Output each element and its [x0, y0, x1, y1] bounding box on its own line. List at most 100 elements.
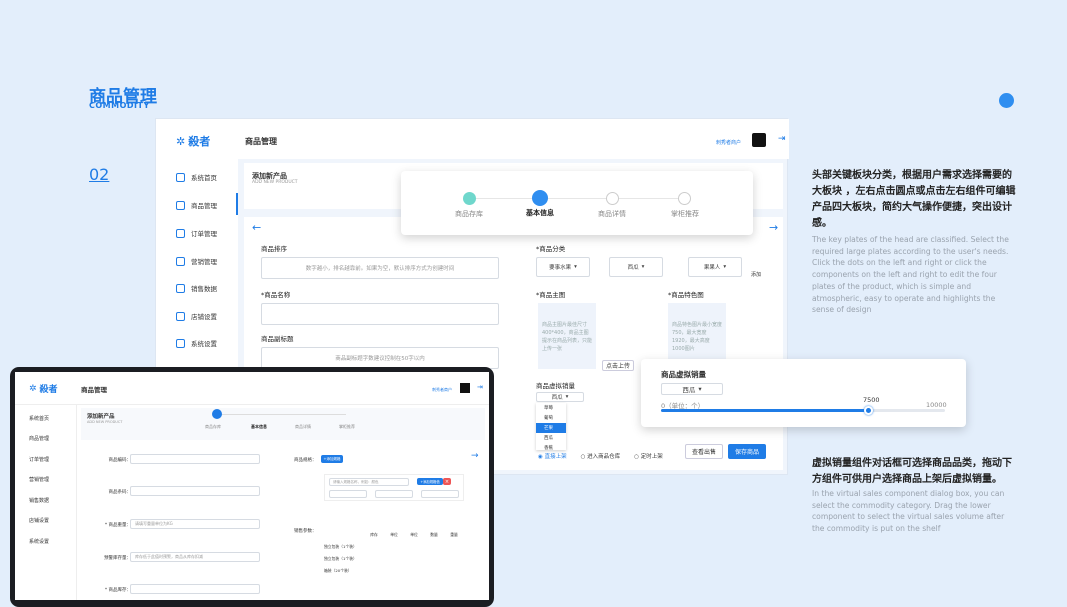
sidebar-item-marketing[interactable]: 营销管理: [176, 256, 217, 266]
tablet-header-title: 商品管理: [81, 386, 107, 394]
tablet-add-header: 添加新产品 ADD NEW PRODUCT 商品存库 基本信息 商品详情 掌柜推…: [81, 408, 485, 440]
subtitle-input[interactable]: 商品副标题字数建议控制在50字以内: [261, 347, 499, 369]
subtitle-label: 商品副标题: [261, 335, 294, 343]
slider-category-select[interactable]: 西瓜 ▾: [661, 383, 723, 395]
tablet-next-arrow-icon[interactable]: →: [471, 451, 479, 461]
tablet-screen: ✲ 殺者 商品管理 刺秀者商户 ⇥ 系统首页 商品管理 订单管理 营销管理 销售数…: [15, 372, 489, 600]
tablet-step-dot-active[interactable]: [212, 409, 222, 419]
description-2-en: In the virtual sales component dialog bo…: [812, 489, 1005, 534]
slider-value: 7500: [863, 396, 880, 404]
tablet-logout-icon[interactable]: ⇥: [477, 383, 483, 391]
table-row: 独立包装（1个装）: [324, 556, 357, 561]
sidebar-item-orders[interactable]: 订单管理: [176, 228, 217, 238]
store-icon: [176, 311, 185, 321]
step-dot-2-active[interactable]: [532, 190, 548, 206]
spec-editor: 请输入规格名称，例如：颜色 +添加规格值 ×: [324, 474, 464, 501]
decor-dot: [999, 93, 1014, 108]
user-name[interactable]: 刺秀者商户: [716, 139, 741, 146]
step-dot-3[interactable]: [606, 192, 619, 205]
caret-down-icon: ▾: [574, 264, 577, 270]
section-subtitle: COMMODITY: [89, 101, 150, 110]
tablet-nav-marketing[interactable]: 营销管理: [29, 476, 49, 483]
sales-param-table: 库存 单位 单位 数量 重量 独立包装（1个装） 独立包装（1个装） 箱装（20个装）: [324, 532, 464, 582]
dropdown-option[interactable]: 西瓜: [536, 433, 566, 443]
name-input[interactable]: [261, 303, 499, 325]
tablet-nav-orders[interactable]: 订单管理: [29, 456, 49, 463]
tablet-sidebar: 系统首页 商品管理 订单管理 营销管理 销售数据 店铺设置 系统设置: [15, 405, 77, 600]
logout-icon[interactable]: ⇥: [778, 134, 786, 144]
data-icon: [176, 283, 185, 293]
main-image-label: *商品主图: [536, 291, 566, 299]
slider-track[interactable]: [661, 406, 945, 415]
prev-arrow-icon[interactable]: ←: [252, 221, 261, 234]
stock-input[interactable]: [130, 584, 260, 594]
sales-select[interactable]: 西瓜 ▾: [536, 392, 584, 402]
slider-fill: [661, 409, 869, 412]
steps-popup: 商品存库 基本信息 商品详情 掌柜推荐: [401, 171, 753, 235]
add-spec-button[interactable]: +添加规格: [321, 455, 343, 463]
section-number: 02: [89, 165, 110, 184]
radio-warehouse[interactable]: ○ 进入商品仓库: [581, 452, 621, 460]
dropdown-option-active[interactable]: 芒果: [536, 423, 566, 433]
slider-handle[interactable]: [864, 406, 874, 415]
category-label: *商品分类: [536, 245, 566, 253]
gear-icon: [176, 338, 185, 348]
sort-label: 商品排序: [261, 245, 287, 253]
tablet-avatar[interactable]: [460, 383, 470, 393]
category-dropdown: 草莓 葡萄 芒果 西瓜 香蕉: [536, 403, 566, 451]
virtual-sales-popup: 商品虚拟销量 西瓜 ▾ 0（单位：个） 7500 10000: [641, 359, 966, 427]
close-icon[interactable]: ×: [443, 478, 451, 485]
dropdown-option[interactable]: 草莓: [536, 403, 566, 413]
sort-input[interactable]: 数字越小，排名越靠前。如果为空，默认排序方式为创建时间: [261, 257, 499, 279]
tablet-brand: ✲ 殺者: [29, 383, 58, 396]
save-button[interactable]: 保存商品: [728, 444, 766, 459]
slider-max-label: 10000: [926, 401, 947, 409]
tablet-nav-home[interactable]: 系统首页: [29, 415, 49, 422]
step-label-1: 商品存库: [455, 210, 483, 218]
avatar[interactable]: [752, 133, 766, 147]
header-title: 商品管理: [245, 137, 277, 146]
sidebar-item-products[interactable]: 商品管理: [176, 200, 217, 210]
order-icon: [176, 228, 185, 238]
tablet-nav-settings[interactable]: 系统设置: [29, 538, 49, 545]
table-row: 箱装（20个装）: [324, 568, 352, 573]
dropdown-option[interactable]: 葡萄: [536, 413, 566, 423]
barcode-input[interactable]: [130, 486, 260, 496]
name-label: *商品名称: [261, 291, 291, 299]
sidebar-item-settings[interactable]: 系统设置: [176, 338, 217, 348]
sales-label: 商品虚拟销量: [536, 382, 575, 390]
tablet-nav-products[interactable]: 商品管理: [29, 435, 49, 442]
category-select-2[interactable]: 西瓜 ▾: [609, 257, 663, 277]
tablet-nav-sales[interactable]: 销售数据: [29, 497, 49, 504]
preview-button[interactable]: 查看出售: [685, 444, 723, 459]
chart-icon: [176, 256, 185, 266]
add-subtitle: ADD NEW PRODUCT: [252, 180, 298, 185]
radio-timed[interactable]: ○ 定时上架: [634, 452, 663, 460]
category-select-1[interactable]: 要事水果 ▾: [536, 257, 590, 277]
description-2-cn: 虚拟销量组件对话框可选择商品品类，拖动下方组件可供用户选择商品上架后虚拟销量。: [812, 458, 1012, 485]
step-label-4: 掌柜推荐: [671, 210, 699, 218]
code-input[interactable]: [130, 454, 260, 464]
category-select-3[interactable]: 果果人 ▾: [688, 257, 742, 277]
description-1-cn: 头部关键板块分类，根据用户需求选择需要的大板块 ，左右点击圆点或点击左右组件可编…: [812, 170, 1016, 229]
weight-input[interactable]: 请填写重量单位为KG: [130, 519, 260, 529]
sidebar-item-home[interactable]: 系统首页: [176, 172, 217, 182]
next-arrow-icon[interactable]: →: [769, 221, 778, 234]
alert-stock-input[interactable]: 库存低于此值时预警，商品从库存扣减: [130, 552, 260, 562]
upload-button[interactable]: 点击上传: [602, 360, 634, 371]
add-category-link[interactable]: 添加: [751, 271, 761, 278]
main-image-upload[interactable]: 商品主图片最佳尺寸400*400，商品主图提示在商品列表，只能上传一张: [538, 303, 596, 369]
sidebar-item-sales[interactable]: 销售数据: [176, 283, 217, 293]
slider-title: 商品虚拟销量: [661, 370, 706, 379]
step-label-3: 商品详情: [598, 210, 626, 218]
sidebar-item-store[interactable]: 店铺设置: [176, 311, 217, 321]
brand-icon: ✲: [29, 383, 37, 394]
brand-logo: ✲ 殺者: [176, 134, 211, 149]
tablet-user-name[interactable]: 刺秀者商户: [432, 387, 452, 393]
tablet-nav-store[interactable]: 店铺设置: [29, 517, 49, 524]
step-dot-1[interactable]: [463, 192, 476, 205]
brand-icon: ✲: [176, 134, 186, 148]
radio-direct[interactable]: ◉ 直接上架: [538, 452, 567, 460]
caret-down-icon: ▾: [698, 385, 702, 393]
step-dot-4[interactable]: [678, 192, 691, 205]
